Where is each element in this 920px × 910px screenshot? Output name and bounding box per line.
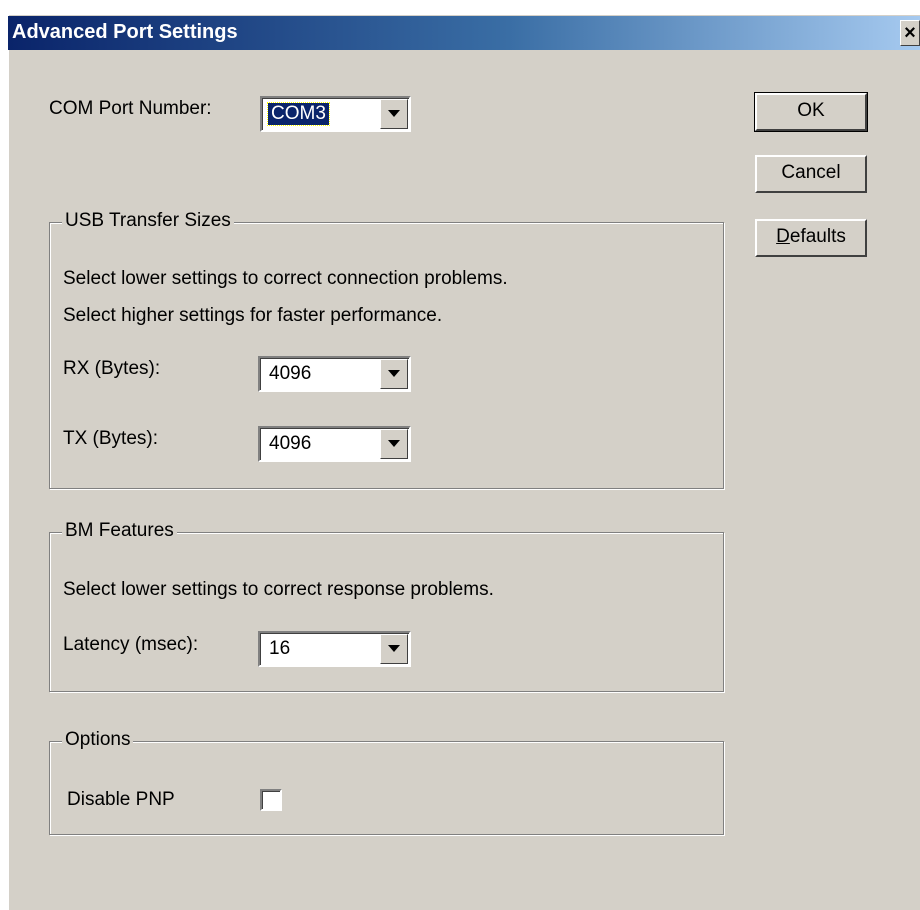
latency-value: 16 xyxy=(269,638,291,659)
tx-bytes-select[interactable]: 4096 xyxy=(258,426,411,462)
chevron-down-icon[interactable] xyxy=(380,359,408,389)
com-port-value: COM3 xyxy=(267,102,330,126)
close-button[interactable]: × xyxy=(900,20,920,46)
com-port-select[interactable]: COM3 xyxy=(260,96,411,132)
latency-select[interactable]: 16 xyxy=(258,631,411,667)
window-title: Advanced Port Settings xyxy=(12,21,238,43)
ok-button-label: OK xyxy=(797,100,825,121)
disable-pnp-label: Disable PNP xyxy=(67,789,175,810)
tx-bytes-value: 4096 xyxy=(269,433,312,454)
options-caption: Options xyxy=(62,729,134,751)
defaults-mnemonic: D xyxy=(776,226,790,247)
rx-bytes-label: RX (Bytes): xyxy=(63,358,161,379)
cancel-button-label: Cancel xyxy=(781,162,841,183)
disable-pnp-checkbox[interactable] xyxy=(260,789,282,811)
cancel-button[interactable]: Cancel xyxy=(755,155,867,193)
chevron-down-icon[interactable] xyxy=(380,99,408,129)
bm-hint: Select lower settings to correct respons… xyxy=(63,579,494,600)
chevron-down-icon[interactable] xyxy=(380,429,408,459)
defaults-button[interactable]: Defaults xyxy=(755,219,867,257)
latency-label: Latency (msec): xyxy=(63,634,199,655)
rx-bytes-select[interactable]: 4096 xyxy=(258,356,411,392)
bm-features-caption: BM Features xyxy=(62,520,177,542)
bm-features-group: BM Features xyxy=(49,520,724,692)
chevron-down-icon[interactable] xyxy=(380,634,408,664)
options-group: Options xyxy=(49,729,724,835)
usb-hint-lower: Select lower settings to correct connect… xyxy=(63,268,508,289)
close-icon: × xyxy=(904,22,916,44)
title-bar[interactable]: Advanced Port Settings × xyxy=(8,16,920,50)
tx-bytes-label: TX (Bytes): xyxy=(63,428,159,449)
defaults-button-label: efaults xyxy=(789,226,846,247)
usb-hint-higher: Select higher settings for faster perfor… xyxy=(63,305,443,326)
ok-button[interactable]: OK xyxy=(754,92,868,132)
usb-transfer-sizes-caption: USB Transfer Sizes xyxy=(62,210,234,232)
rx-bytes-value: 4096 xyxy=(269,363,312,384)
advanced-port-settings-dialog: Advanced Port Settings × COM Port Number… xyxy=(8,14,920,910)
com-port-label: COM Port Number: xyxy=(49,98,212,119)
